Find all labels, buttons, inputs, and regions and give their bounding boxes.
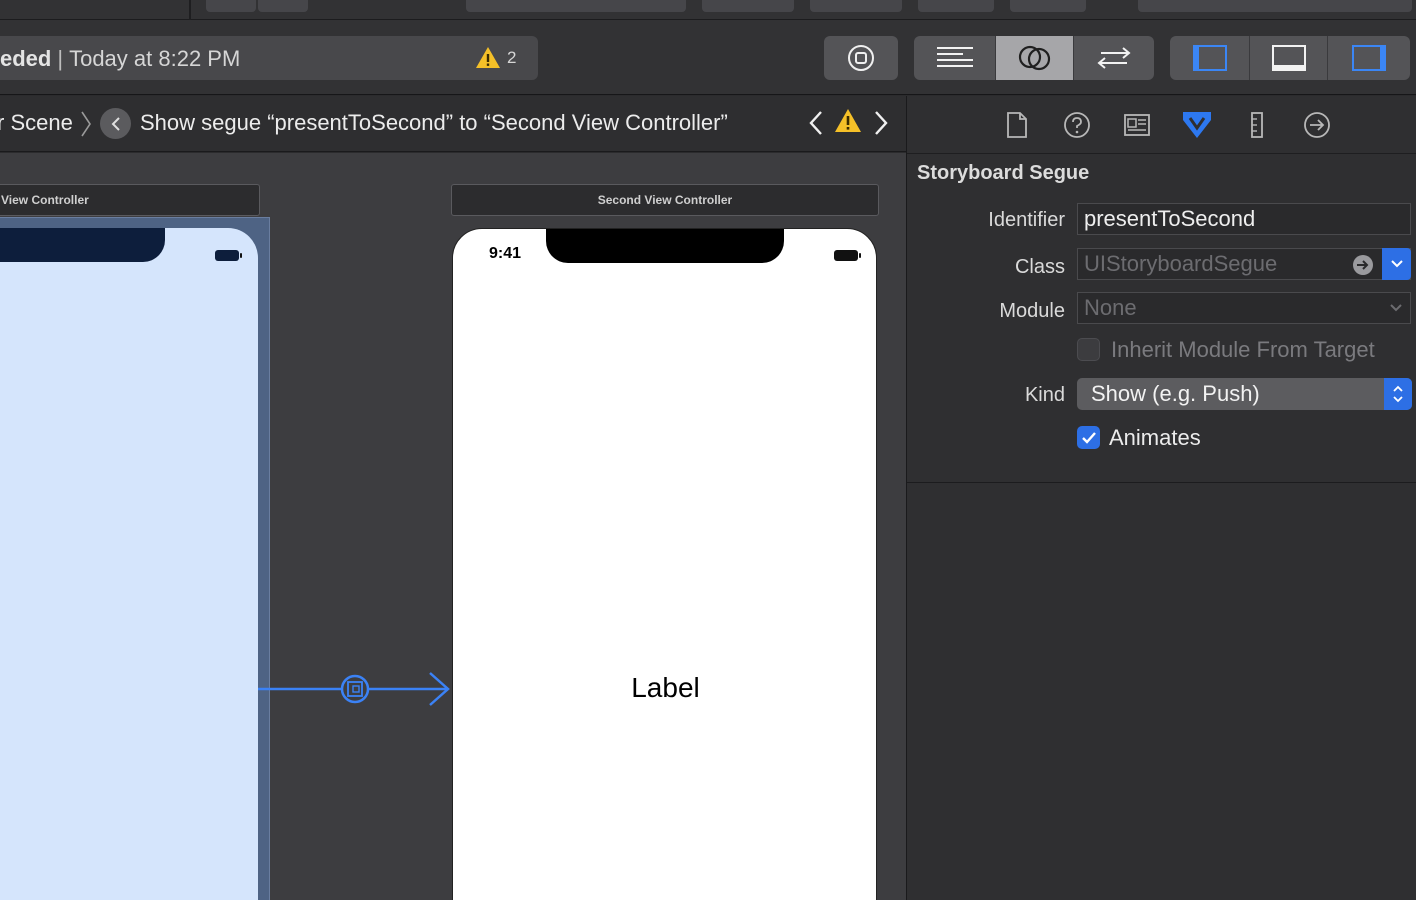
inherit-module-label: Inherit Module From Target bbox=[1111, 337, 1375, 362]
checkmark-icon bbox=[1081, 431, 1096, 444]
kind-popup-button[interactable]: Show (e.g. Push) bbox=[1077, 378, 1412, 410]
build-status-prefix: eded bbox=[0, 46, 52, 71]
standard-editor-button[interactable] bbox=[914, 36, 996, 80]
inspector-tab-bar bbox=[907, 96, 1416, 154]
strip-button[interactable] bbox=[702, 0, 794, 12]
breadcrumb-segue[interactable]: Show segue “presentToSecond” to “Second … bbox=[140, 110, 728, 136]
attributes-inspector-tab[interactable] bbox=[1177, 108, 1217, 142]
breadcrumb-chevron-icon bbox=[81, 111, 91, 137]
first-screen-notch bbox=[0, 228, 165, 262]
identifier-label: Identifier bbox=[988, 209, 1065, 231]
label-view[interactable]: Label bbox=[453, 672, 876, 704]
storyboard-canvas[interactable]: View Controller Second View Controller 9… bbox=[0, 153, 906, 900]
file-icon bbox=[1007, 112, 1027, 138]
class-field[interactable]: UIStoryboardSegue bbox=[1077, 248, 1411, 280]
module-placeholder: None bbox=[1084, 295, 1137, 320]
issue-warning-icon[interactable] bbox=[834, 108, 862, 134]
attributes-slider-icon bbox=[1183, 112, 1211, 138]
text-lines-icon bbox=[936, 47, 973, 67]
second-screen-notch bbox=[546, 229, 784, 263]
strip-divider bbox=[189, 0, 191, 20]
warnings-indicator[interactable]: 2 bbox=[475, 46, 516, 69]
question-icon bbox=[1064, 112, 1090, 138]
second-scene-title[interactable]: Second View Controller bbox=[451, 184, 879, 216]
kind-popup-stepper bbox=[1384, 378, 1412, 410]
class-dropdown-button[interactable] bbox=[1382, 248, 1411, 280]
identifier-field[interactable]: presentToSecond bbox=[1077, 203, 1411, 235]
jump-bar: r Scene Show segue “presentToSecond” to … bbox=[0, 96, 906, 152]
connections-inspector-tab[interactable] bbox=[1297, 108, 1337, 142]
status-separator: | bbox=[57, 46, 64, 71]
build-status: eded | Today at 8:22 PM bbox=[0, 46, 240, 72]
library-icon bbox=[848, 45, 874, 71]
up-down-chevron-icon bbox=[1393, 385, 1403, 403]
assistant-editor-button[interactable] bbox=[996, 36, 1074, 80]
kind-label: Kind bbox=[1024, 384, 1065, 406]
class-label: Class bbox=[1014, 256, 1065, 278]
debug-area-toggle-button[interactable] bbox=[1250, 36, 1328, 80]
segue-arrow[interactable] bbox=[258, 669, 454, 709]
inherit-module-checkbox[interactable] bbox=[1077, 338, 1100, 361]
overlapping-circles-icon bbox=[1018, 45, 1050, 71]
class-placeholder: UIStoryboardSegue bbox=[1084, 251, 1278, 276]
module-dropdown-button[interactable] bbox=[1382, 293, 1410, 323]
version-editor-button[interactable] bbox=[1074, 36, 1154, 80]
warning-count: 2 bbox=[507, 47, 517, 67]
attributes-inspector: Storyboard Segue Identifier presentToSec… bbox=[906, 96, 1416, 900]
editor-mode-control bbox=[914, 36, 1154, 80]
ruler-icon bbox=[1251, 112, 1263, 138]
activity-view[interactable]: eded | Today at 8:22 PM 2 bbox=[0, 36, 538, 80]
inspector-toggle-button[interactable] bbox=[1328, 36, 1410, 80]
status-bar-time: 9:41 bbox=[489, 245, 522, 262]
first-view-controller-screen[interactable] bbox=[0, 228, 258, 900]
section-title: Storyboard Segue bbox=[917, 162, 1090, 184]
module-field[interactable]: None bbox=[1077, 292, 1411, 324]
second-view-controller-screen[interactable]: 9:41 Label bbox=[452, 228, 877, 900]
next-issue-icon[interactable] bbox=[871, 109, 891, 137]
module-label: Module bbox=[999, 300, 1065, 322]
chevron-left-icon bbox=[111, 116, 120, 131]
warning-icon bbox=[476, 47, 500, 68]
identity-inspector-tab[interactable] bbox=[1117, 108, 1157, 142]
arrow-circle-icon bbox=[1304, 112, 1330, 138]
chevron-down-icon bbox=[1390, 304, 1402, 312]
strip-button[interactable] bbox=[810, 0, 902, 12]
first-scene-title[interactable]: View Controller bbox=[0, 184, 260, 216]
window-top-strip bbox=[0, 0, 1416, 20]
animates-label: Animates bbox=[1109, 425, 1201, 450]
swap-arrows-icon bbox=[1097, 47, 1131, 69]
left-panel-icon bbox=[1192, 45, 1227, 71]
strip-button[interactable] bbox=[1010, 0, 1086, 12]
inspector-divider bbox=[907, 482, 1416, 483]
go-to-class-icon[interactable] bbox=[1352, 254, 1374, 276]
right-panel-icon bbox=[1352, 45, 1386, 71]
panel-toggle-control bbox=[1170, 36, 1410, 80]
breadcrumb-scene[interactable]: r Scene bbox=[0, 110, 73, 136]
animates-checkbox[interactable] bbox=[1077, 426, 1100, 449]
library-button[interactable] bbox=[824, 36, 898, 80]
kind-value: Show (e.g. Push) bbox=[1091, 381, 1260, 406]
segue-breadcrumb-icon[interactable] bbox=[100, 108, 131, 139]
battery-icon bbox=[215, 250, 242, 261]
strip-segmented-control[interactable] bbox=[466, 0, 686, 12]
previous-issue-icon[interactable] bbox=[806, 109, 826, 137]
identity-card-icon bbox=[1124, 114, 1150, 136]
help-inspector-tab[interactable] bbox=[1057, 108, 1097, 142]
strip-search-field[interactable] bbox=[1138, 0, 1412, 12]
bottom-panel-icon bbox=[1271, 45, 1306, 71]
build-status-time: Today at 8:22 PM bbox=[69, 46, 241, 71]
size-inspector-tab[interactable] bbox=[1237, 108, 1277, 142]
chevron-down-icon bbox=[1390, 260, 1403, 268]
strip-button[interactable] bbox=[206, 0, 256, 12]
strip-button[interactable] bbox=[258, 0, 308, 12]
navigator-toggle-button[interactable] bbox=[1170, 36, 1250, 80]
file-inspector-tab[interactable] bbox=[997, 108, 1037, 142]
strip-button[interactable] bbox=[918, 0, 994, 12]
battery-icon bbox=[834, 250, 861, 261]
toolbar: eded | Today at 8:22 PM 2 bbox=[0, 20, 1416, 95]
